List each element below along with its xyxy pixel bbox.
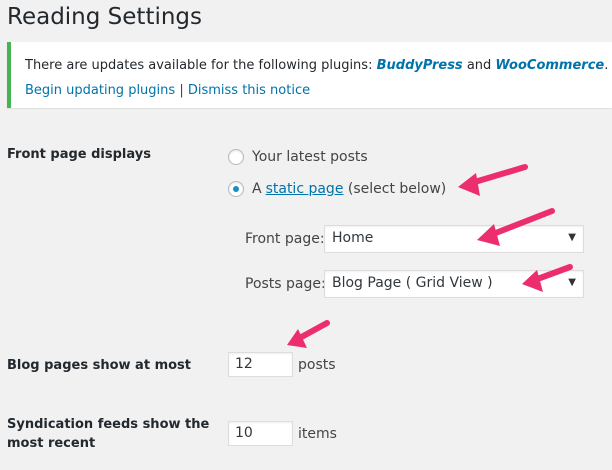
annotation-arrows [287, 164, 573, 348]
arrow-front-page [477, 208, 555, 246]
arrow-posts-page [522, 264, 573, 292]
arrow-blog-pages [287, 320, 330, 348]
arrow-static-page [458, 164, 528, 196]
